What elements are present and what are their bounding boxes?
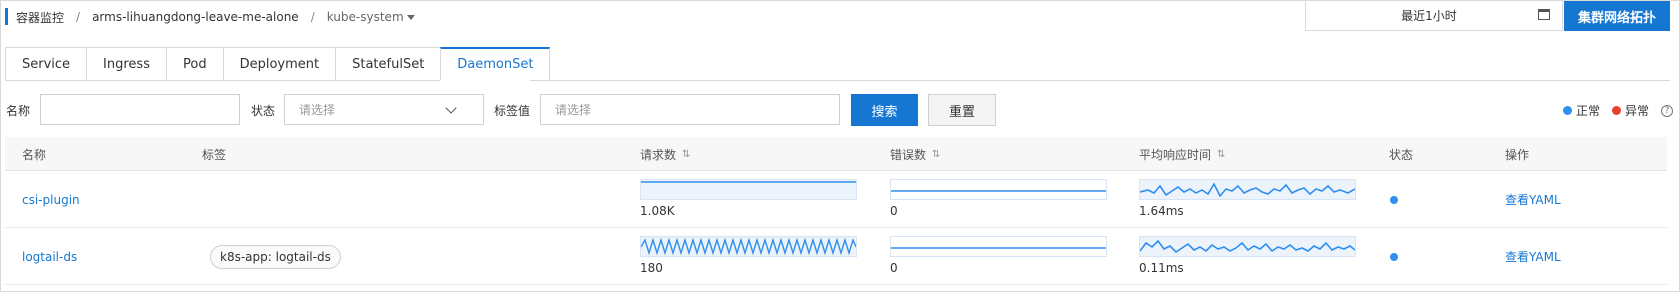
header-accent-bar (5, 8, 8, 25)
view-yaml-link[interactable]: 查看YAML (1505, 228, 1561, 285)
chevron-down-icon (445, 102, 457, 114)
legend-abnormal-label: 异常 (1625, 104, 1650, 118)
sort-icon[interactable]: ⇅ (682, 149, 690, 160)
latency-value: 1.64ms (1139, 204, 1184, 218)
status-filter-select[interactable]: 请选择 (284, 94, 484, 125)
errors-sparkline (890, 179, 1107, 200)
column-header-name: 名称 (22, 147, 47, 162)
namespace-dropdown[interactable]: kube-system (327, 10, 415, 24)
requests-value: 180 (640, 261, 663, 275)
workload-name-link[interactable]: logtail-ds (22, 228, 77, 285)
breadcrumb-separator: / (76, 10, 81, 24)
time-range-label: 最近1小时 (1401, 9, 1457, 23)
requests-value: 1.08K (640, 204, 675, 218)
status-filter-label: 状态 (251, 104, 276, 118)
tab-statefulset[interactable]: StatefulSet (335, 47, 441, 81)
calendar-icon (1538, 9, 1550, 20)
table-header: 名称 标签 请求数 ⇅ 错误数 ⇅ 平均响应时间 ⇅ 状态 操作 (5, 137, 1667, 171)
table-row: logtail-ds k8s-app: logtail-ds 180 0 0.1… (5, 228, 1667, 285)
table-row: csi-plugin 1.08K 0 1.64ms 查看YAML (5, 171, 1667, 228)
abnormal-dot-icon (1612, 106, 1622, 115)
requests-sparkline (640, 179, 857, 200)
tab-pod[interactable]: Pod (165, 47, 223, 81)
breadcrumb-app[interactable]: arms-lihuangdong-leave-me-alone (92, 10, 299, 24)
status-normal-icon (1390, 253, 1398, 261)
tag-filter-label: 标签值 (494, 104, 531, 118)
tab-service[interactable]: Service (5, 47, 87, 81)
time-range-picker[interactable]: 最近1小时 (1305, 1, 1563, 31)
sort-icon[interactable]: ⇅ (1217, 149, 1225, 160)
cluster-topology-button[interactable]: 集群网络拓扑 (1564, 1, 1670, 31)
breadcrumb-root[interactable]: 容器监控 (16, 9, 64, 26)
status-filter-placeholder: 请选择 (299, 103, 336, 117)
view-yaml-link[interactable]: 查看YAML (1505, 171, 1561, 228)
latency-sparkline (1139, 179, 1356, 200)
help-icon[interactable]: ? (1661, 104, 1674, 117)
caret-down-icon (406, 14, 415, 20)
search-button[interactable]: 搜索 (851, 94, 918, 126)
page-frame: 容器监控 / arms-lihuangdong-leave-me-alone /… (0, 0, 1680, 292)
column-header-requests[interactable]: 请求数 ⇅ (640, 137, 690, 171)
reset-button[interactable]: 重置 (928, 94, 996, 126)
column-header-status: 状态 (1389, 147, 1414, 162)
column-header-tags: 标签 (202, 147, 227, 162)
errors-sparkline (890, 236, 1107, 257)
column-header-actions: 操作 (1505, 147, 1530, 162)
tag-filter-select[interactable]: 请选择 (540, 94, 840, 125)
column-header-latency[interactable]: 平均响应时间 ⇅ (1139, 137, 1225, 171)
name-filter-label: 名称 (6, 104, 31, 118)
errors-value: 0 (890, 204, 898, 218)
tab-daemonset[interactable]: DaemonSet (440, 47, 551, 81)
resource-tabs: Service Ingress Pod Deployment StatefulS… (5, 47, 1672, 81)
breadcrumb: 容器监控 / arms-lihuangdong-leave-me-alone /… (16, 1, 415, 33)
errors-value: 0 (890, 261, 898, 275)
breadcrumb-separator: / (310, 10, 315, 24)
tab-deployment[interactable]: Deployment (222, 47, 336, 81)
workload-name-link[interactable]: csi-plugin (22, 171, 80, 228)
latency-value: 0.11ms (1139, 261, 1184, 275)
label-tag: k8s-app: logtail-ds (210, 245, 341, 269)
tab-ingress[interactable]: Ingress (86, 47, 166, 81)
tag-filter-placeholder: 请选择 (555, 103, 592, 117)
latency-sparkline (1139, 236, 1356, 257)
status-normal-icon (1390, 196, 1398, 204)
normal-dot-icon (1563, 106, 1572, 115)
header-bar: 容器监控 / arms-lihuangdong-leave-me-alone /… (1, 1, 1680, 33)
requests-sparkline (640, 236, 857, 257)
namespace-label: kube-system (326, 10, 404, 24)
sort-icon[interactable]: ⇅ (932, 149, 940, 160)
legend-normal-label: 正常 (1576, 104, 1601, 118)
status-legend: 正常 异常 ? (1563, 102, 1674, 119)
name-filter-input[interactable] (40, 94, 240, 125)
column-header-errors[interactable]: 错误数 ⇅ (890, 137, 940, 171)
